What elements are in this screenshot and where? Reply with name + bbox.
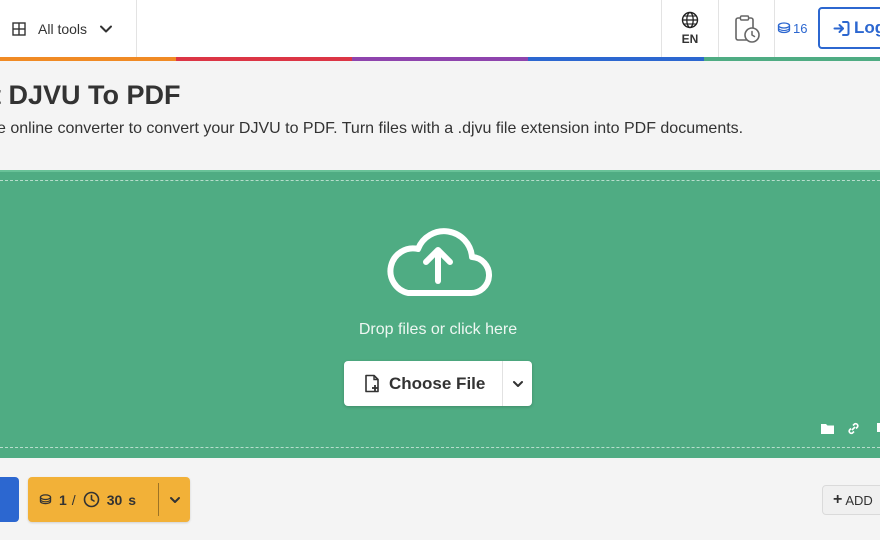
link-icon[interactable] xyxy=(846,422,861,435)
credit-cost: 1 xyxy=(59,491,67,508)
sign-in-icon xyxy=(833,20,850,36)
file-dropzone[interactable]: Drop files or click here Choose File xyxy=(0,170,880,458)
add-label: ADD xyxy=(845,492,873,508)
all-tools-menu-button[interactable]: All tools xyxy=(0,0,137,57)
rainbow-segment xyxy=(704,57,792,61)
page-subtitle: e online converter to convert your DJVU … xyxy=(0,120,744,137)
chevron-down-icon xyxy=(100,25,113,32)
rainbow-segment xyxy=(352,57,440,61)
choose-file-dropdown-toggle[interactable] xyxy=(502,361,532,406)
rainbow-segment xyxy=(264,57,352,61)
upload-source-icons xyxy=(820,422,880,435)
rainbow-segment xyxy=(616,57,704,61)
language-selector[interactable]: EN xyxy=(661,0,719,57)
rainbow-segment xyxy=(528,57,616,61)
rainbow-segment xyxy=(440,57,528,61)
choose-file-button[interactable]: Choose File xyxy=(344,361,502,406)
plus-icon: + xyxy=(833,491,843,508)
conversion-options-group: 1 / 30 s xyxy=(28,477,190,522)
choose-file-group: Choose File xyxy=(344,361,532,406)
choose-file-label: Choose File xyxy=(389,373,486,393)
credits-indicator[interactable]: 16 xyxy=(777,18,807,38)
all-tools-label: All tools xyxy=(38,20,88,37)
cloud-upload-icon xyxy=(387,228,493,297)
rainbow-segment xyxy=(0,57,88,61)
convert-button[interactable] xyxy=(0,477,19,522)
rainbow-segment xyxy=(88,57,176,61)
cloud-drive-icon[interactable] xyxy=(872,422,880,435)
globe-icon xyxy=(681,11,699,29)
history-button[interactable] xyxy=(720,0,775,57)
chevron-down-icon xyxy=(169,496,180,503)
time-value: 30 xyxy=(106,491,123,508)
conversion-options-dropdown-toggle[interactable] xyxy=(158,483,190,516)
login-label: Log xyxy=(854,18,880,37)
grid-icon xyxy=(12,21,26,36)
rainbow-divider xyxy=(0,57,880,61)
clipboard-clock-icon xyxy=(735,14,760,43)
add-button[interactable]: + ADD xyxy=(822,485,880,515)
coin-stack-icon xyxy=(39,494,52,505)
separator-slash: / xyxy=(71,491,76,508)
rainbow-segment xyxy=(792,57,880,61)
coin-stack-icon xyxy=(777,22,791,34)
drop-files-text: Drop files or click here xyxy=(358,321,518,338)
clock-icon xyxy=(83,491,99,508)
folder-icon[interactable] xyxy=(820,422,835,435)
language-code: EN xyxy=(681,32,699,46)
dropzone-border: Drop files or click here Choose File xyxy=(0,180,880,448)
rainbow-segment xyxy=(176,57,264,61)
page-title: t DJVU To PDF xyxy=(0,80,181,110)
conversion-cost-button[interactable]: 1 / 30 s xyxy=(28,477,158,522)
chevron-down-icon xyxy=(512,380,523,387)
credits-count: 16 xyxy=(793,20,808,36)
time-unit: s xyxy=(128,491,137,508)
file-plus-icon xyxy=(365,374,379,393)
login-button[interactable]: Log xyxy=(818,7,880,49)
top-navbar: All tools EN 16 Log xyxy=(0,0,880,57)
